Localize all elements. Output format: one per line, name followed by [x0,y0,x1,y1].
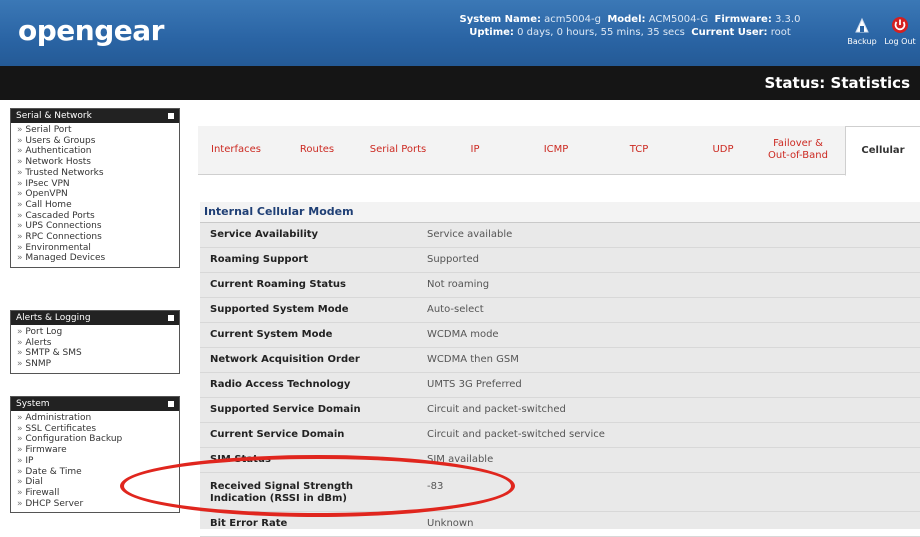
tab-failover-out-of-band[interactable]: Failover & Out-of-Band [764,126,832,174]
sidebar-section-header[interactable]: Alerts & Logging [11,311,179,325]
firmware-label: Firmware: [714,14,772,25]
row-label: Radio Access Technology [210,379,351,390]
sidebar-item-ups-connections[interactable]: UPS Connections [17,221,179,232]
sidebar-alerts-logging: Alerts & Logging Port Log Alerts SMTP & … [10,310,180,374]
sidebar-item-network-hosts[interactable]: Network Hosts [17,157,179,168]
sidebar-item-ipsec-vpn[interactable]: IPsec VPN [17,179,179,190]
row-value: Unknown [427,518,474,529]
sidebar-item-ip[interactable]: IP [17,456,179,467]
table-heading: Internal Cellular Modem [200,202,920,223]
sidebar-item-environmental[interactable]: Environmental [17,243,179,254]
sidebar-serial-network: Serial & Network Serial Port Users & Gro… [10,108,180,269]
row-value: Circuit and packet-switched [427,404,566,415]
row-label: Bit Error Rate [210,518,288,529]
row-value: Supported [427,254,480,265]
row-value: Auto-select [427,304,484,315]
row-value: Service available [427,229,513,240]
tab-routes[interactable]: Routes [290,126,344,174]
sidebar-item-cascaded-ports[interactable]: Cascaded Ports [17,211,179,222]
row-value: WCDMA then GSM [427,354,519,365]
sidebar-item-call-home[interactable]: Call Home [17,200,179,211]
sidebar-item-administration[interactable]: Administration [17,413,179,424]
backup-icon [855,17,869,33]
firmware-value: 3.3.0 [775,14,801,25]
row-label: Roaming Support [210,254,309,265]
tab-tcp[interactable]: TCP [622,126,656,174]
table-row: Current Service Domain Circuit and packe… [200,423,920,448]
tab-icmp[interactable]: ICMP [536,126,576,174]
title-bar: Status: Statistics [0,66,920,100]
row-label: Service Availability [210,229,319,240]
highlight-oval-annotation [120,455,515,517]
table-row: Supported System Mode Auto-select [200,298,920,323]
table-row: Service Availability Service available [200,223,920,248]
tab-ip[interactable]: IP [460,126,490,174]
sidebar-item-authentication[interactable]: Authentication [17,146,179,157]
sidebar-item-managed-devices[interactable]: Managed Devices [17,253,179,264]
row-value: WCDMA mode [427,329,499,340]
sidebar-item-port-log[interactable]: Port Log [17,327,179,338]
sidebar-section-title: Alerts & Logging [16,313,91,323]
system-name-label: System Name: [459,14,541,25]
sidebar-section-header[interactable]: System [11,397,179,411]
tab-cellular[interactable]: Cellular [845,126,920,176]
sidebar-item-ssl-certificates[interactable]: SSL Certificates [17,424,179,435]
row-value: UMTS 3G Preferred [427,379,522,390]
sidebar-item-users-groups[interactable]: Users & Groups [17,136,179,147]
power-icon [892,17,908,33]
tab-interfaces[interactable]: Interfaces [204,126,268,174]
row-label: Network Acquisition Order [210,354,360,365]
sidebar-item-smtp-sms[interactable]: SMTP & SMS [17,348,179,359]
collapse-icon[interactable] [168,401,174,407]
app-header: opengear System Name: acm5004-g Model: A… [0,0,920,66]
table-row: Network Acquisition Order WCDMA then GSM [200,348,920,373]
collapse-icon[interactable] [168,315,174,321]
table-row: Roaming Support Supported [200,248,920,273]
opengear-logo[interactable]: opengear [18,14,164,47]
model-value: ACM5004-G [648,14,709,25]
row-label: Current System Mode [210,329,333,340]
statistics-tabs: Interfaces Routes Serial Ports IP ICMP T… [198,126,920,176]
backup-label: Backup [847,37,877,46]
row-value: Not roaming [427,279,490,290]
sidebar-item-serial-port[interactable]: Serial Port [17,125,179,136]
system-info: System Name: acm5004-g Model: ACM5004-G … [420,13,840,39]
current-user-label: Current User: [691,27,768,38]
table-row: Radio Access Technology UMTS 3G Preferre… [200,373,920,398]
table-row: Current System Mode WCDMA mode [200,323,920,348]
sidebar-section-title: System [16,399,50,409]
sidebar-section-title: Serial & Network [16,111,92,121]
sidebar-item-openvpn[interactable]: OpenVPN [17,189,179,200]
system-name-value: acm5004-g [544,14,601,25]
table-row: Supported Service Domain Circuit and pac… [200,398,920,423]
logout-label: Log Out [884,37,916,46]
sidebar-item-alerts[interactable]: Alerts [17,338,179,349]
sidebar-item-trusted-networks[interactable]: Trusted Networks [17,168,179,179]
row-label: Current Service Domain [210,429,345,440]
logout-button[interactable]: Log Out [882,16,918,46]
tab-serial-ports[interactable]: Serial Ports [360,126,436,174]
sidebar-item-rpc-connections[interactable]: RPC Connections [17,232,179,243]
sidebar-item-snmp[interactable]: SNMP [17,359,179,370]
row-value: Circuit and packet-switched service [427,429,605,440]
sidebar-section-header[interactable]: Serial & Network [11,109,179,123]
collapse-icon[interactable] [168,113,174,119]
uptime-value: 0 days, 0 hours, 55 mins, 35 secs [517,27,685,38]
table-row: Current Roaming Status Not roaming [200,273,920,298]
sidebar-item-firmware[interactable]: Firmware [17,445,179,456]
uptime-label: Uptime: [469,27,514,38]
row-label: Supported Service Domain [210,404,361,415]
sidebar-item-configuration-backup[interactable]: Configuration Backup [17,434,179,445]
page-title: Status: Statistics [764,74,910,92]
current-user-value: root [770,27,791,38]
backup-button[interactable]: Backup [844,16,880,46]
row-label: Supported System Mode [210,304,349,315]
model-label: Model: [607,14,646,25]
tab-udp[interactable]: UDP [706,126,740,174]
row-label: Current Roaming Status [210,279,346,290]
